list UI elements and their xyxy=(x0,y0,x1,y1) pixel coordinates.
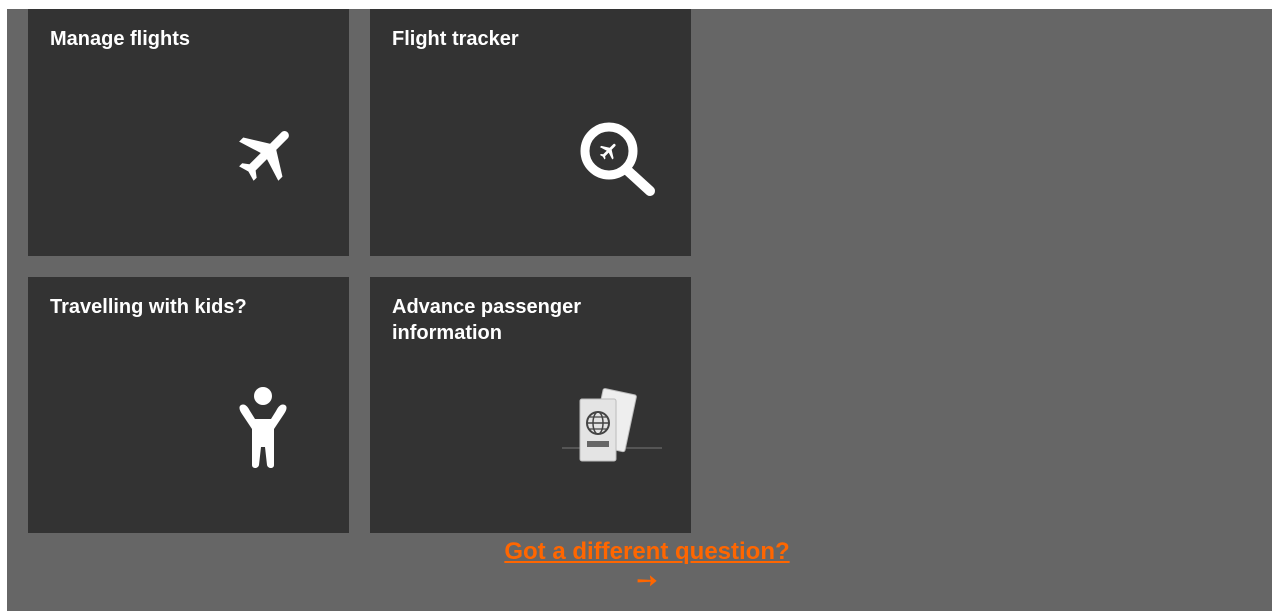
tile-flight-tracker[interactable]: Flight tracker xyxy=(370,9,691,256)
tile-travelling-with-kids[interactable]: Travelling with kids? xyxy=(28,277,349,533)
tile-title: Flight tracker xyxy=(392,28,519,50)
tile-title: Advance passenger information xyxy=(392,296,581,344)
child-icon xyxy=(238,385,288,474)
arrow-right-icon[interactable]: ➙ xyxy=(447,567,847,593)
help-topics-panel: Manage flights Flight tracker Travelling… xyxy=(7,9,1272,611)
tile-title: Manage flights xyxy=(50,28,191,50)
different-question-link[interactable]: Got a different question? xyxy=(504,536,789,568)
tile-title: Travelling with kids? xyxy=(50,296,247,318)
flight-search-icon xyxy=(573,119,659,204)
airplane-icon xyxy=(233,119,303,194)
different-question-cta: Got a different question? ➙ xyxy=(447,536,847,593)
tile-advance-passenger-information[interactable]: Advance passenger information xyxy=(370,277,691,533)
passport-icon xyxy=(558,387,668,472)
tile-manage-flights[interactable]: Manage flights xyxy=(28,9,349,256)
